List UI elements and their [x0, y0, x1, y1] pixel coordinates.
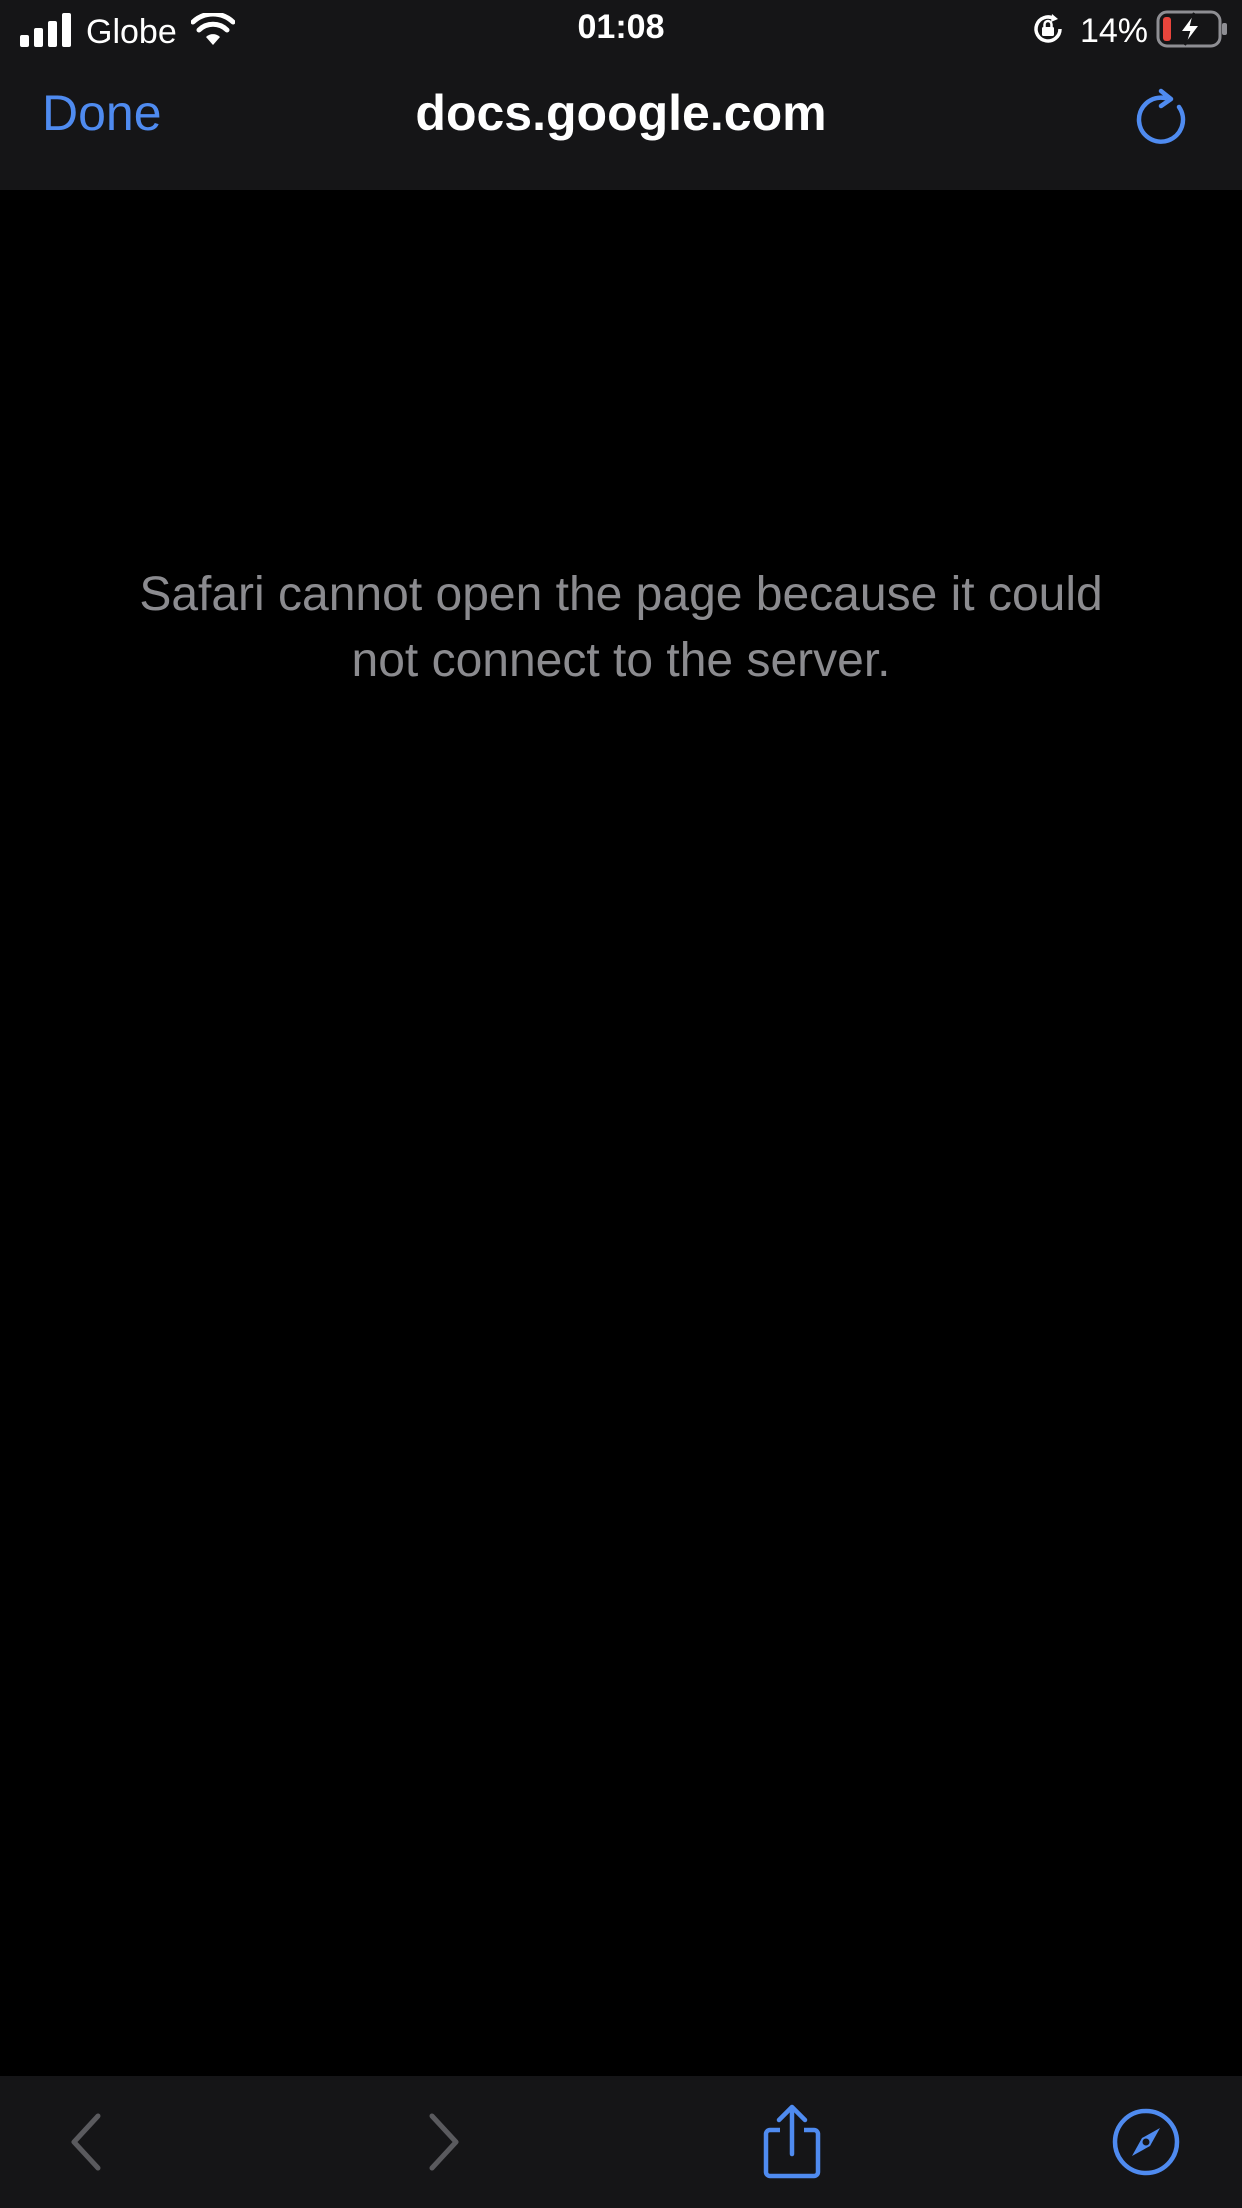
page-title: docs.google.com [415, 85, 827, 141]
reload-button[interactable] [1130, 88, 1192, 150]
share-icon [763, 2104, 821, 2179]
open-in-safari-button[interactable] [1108, 2104, 1184, 2180]
status-right: 14% [1030, 8, 1228, 54]
back-chevron-icon [71, 2113, 101, 2171]
compass-icon [1112, 2108, 1180, 2176]
reload-icon [1136, 88, 1186, 144]
status-bar: Globe 01:08 14% [0, 0, 1242, 62]
forward-button[interactable] [406, 2104, 482, 2180]
navigation-bar: Done docs.google.com [0, 62, 1242, 190]
bottom-toolbar [0, 2076, 1242, 2208]
forward-chevron-icon [429, 2113, 459, 2171]
battery-percent: 14% [1079, 11, 1148, 50]
share-button[interactable] [754, 2104, 830, 2180]
orientation-lock-icon [1030, 11, 1066, 52]
battery-charging-icon [1156, 10, 1228, 53]
web-content: Safari cannot open the page because it c… [0, 190, 1242, 2076]
back-button[interactable] [48, 2104, 124, 2180]
error-message: Safari cannot open the page because it c… [139, 568, 1103, 687]
screen: Globe 01:08 14% Done docs.google.com Saf… [0, 0, 1242, 2208]
